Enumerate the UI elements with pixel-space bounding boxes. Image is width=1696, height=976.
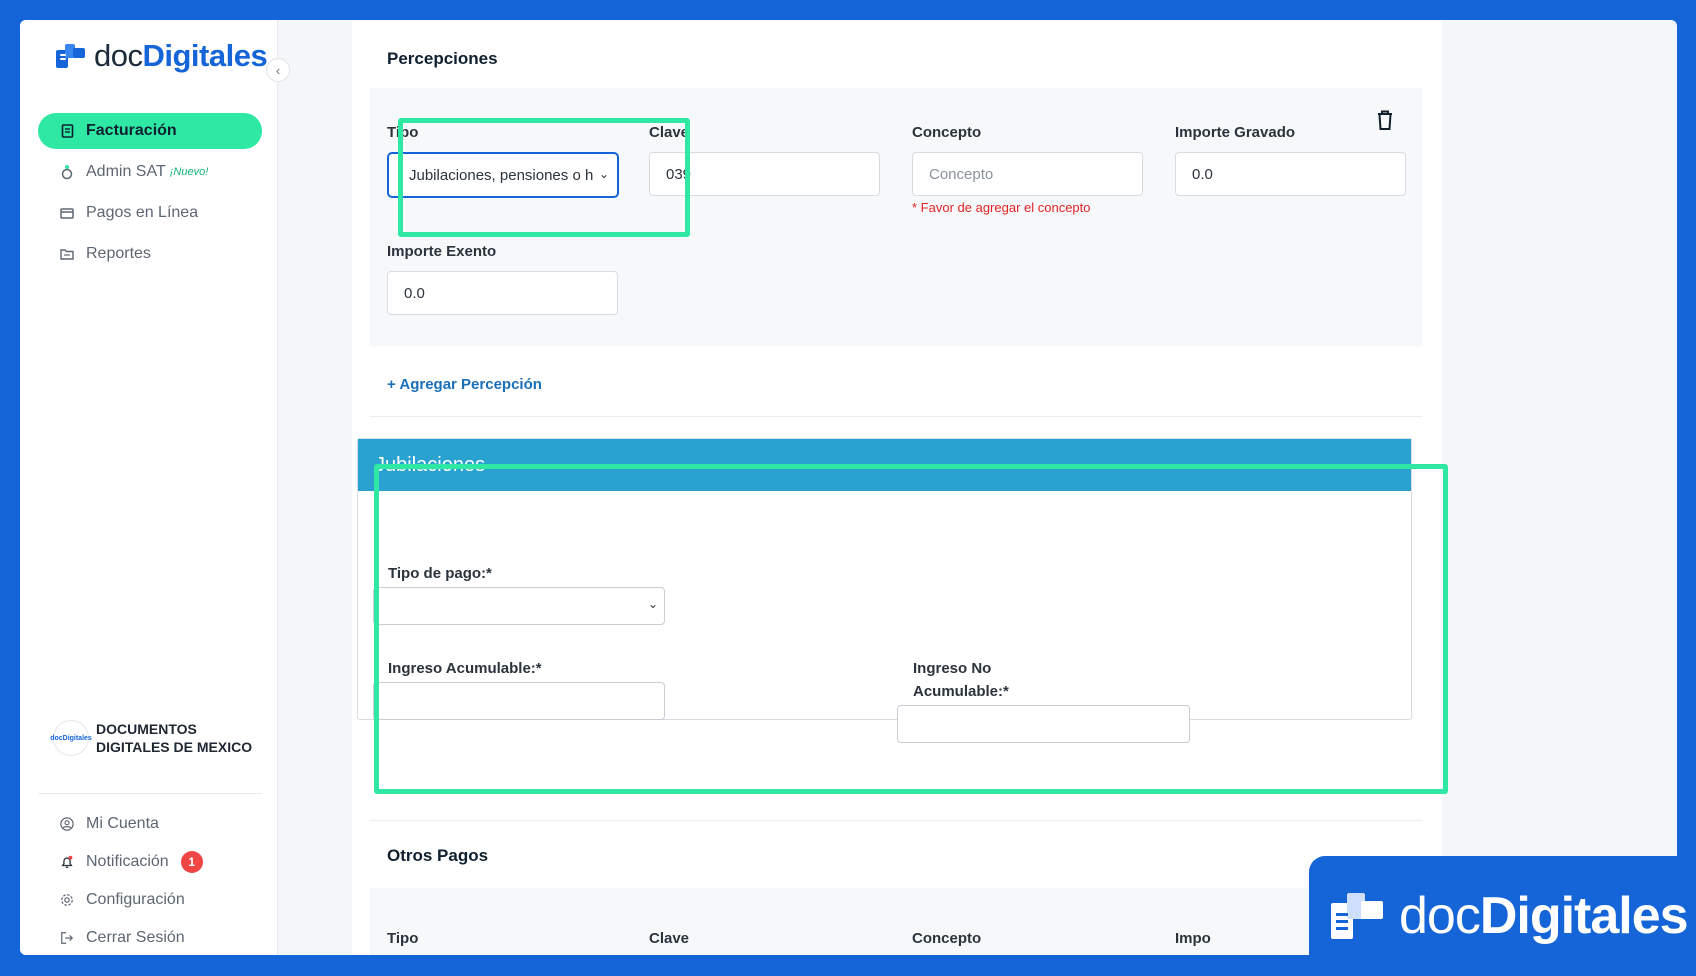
nav-item-notificacion[interactable]: Notificación 1 xyxy=(40,843,268,881)
nav-label: Facturación xyxy=(86,122,177,139)
otros-clave-label: Clave xyxy=(649,930,690,947)
importe-gravado-input[interactable]: 0.0 xyxy=(1175,152,1406,196)
otros-concepto-label: Concepto xyxy=(912,930,982,947)
folder-icon xyxy=(60,247,74,261)
nav-item-cerrar-sesion[interactable]: Cerrar Sesión xyxy=(40,919,268,955)
nav-label: Mi Cuenta xyxy=(86,815,159,832)
logo-mark-icon xyxy=(56,42,86,70)
invoice-icon xyxy=(60,124,74,138)
importe-exento-label: Importe Exento xyxy=(387,243,497,260)
brand-watermark: docDigitales xyxy=(1309,856,1696,976)
nav-item-pagos-en-linea[interactable]: Pagos en Línea xyxy=(38,195,262,231)
brand-logo-icon xyxy=(1331,889,1385,943)
divider xyxy=(38,793,262,794)
nav-item-facturacion[interactable]: Facturación xyxy=(38,113,262,149)
app-logo[interactable]: docDigitales xyxy=(56,38,268,74)
sidebar: docDigitales ‹ Facturación Admin SAT ¡Nu… xyxy=(20,20,290,955)
importe-exento-input[interactable]: 0.0 xyxy=(387,271,618,315)
otros-importe-label: Impo xyxy=(1175,930,1211,947)
nav-label: Configuración xyxy=(86,891,185,908)
highlight-tipo xyxy=(398,118,690,237)
nav-item-mi-cuenta[interactable]: Mi Cuenta xyxy=(40,805,268,843)
chevron-left-icon: ‹ xyxy=(275,62,281,78)
concepto-label: Concepto xyxy=(912,124,982,141)
otros-pagos-title: Otros Pagos xyxy=(387,846,489,865)
company-name: DOCUMENTOS DIGITALES DE MEXICO xyxy=(96,721,253,755)
nav-item-configuracion[interactable]: Configuración xyxy=(40,881,268,919)
percepciones-title: Percepciones xyxy=(387,49,498,68)
otros-tipo-label: Tipo xyxy=(387,930,419,947)
nav-item-admin-sat[interactable]: Admin SAT ¡Nuevo! xyxy=(38,154,262,190)
trash-icon[interactable] xyxy=(1376,109,1394,131)
highlight-jubilaciones xyxy=(374,464,1448,794)
account-nav: Mi Cuenta Notificación 1 Configuración C… xyxy=(58,805,268,955)
divider xyxy=(370,416,1422,417)
nav-label: Cerrar Sesión xyxy=(86,929,185,946)
add-percepcion-link[interactable]: + Agregar Percepción xyxy=(387,376,542,393)
admin-icon xyxy=(60,165,74,180)
main-nav: Facturación Admin SAT ¡Nuevo! Pagos en L… xyxy=(38,113,262,277)
avatar: docDigitales xyxy=(50,721,92,755)
concepto-input[interactable]: Concepto xyxy=(912,152,1143,196)
card-icon xyxy=(60,206,74,220)
divider xyxy=(370,820,1422,821)
importe-gravado-label: Importe Gravado xyxy=(1175,124,1296,141)
nav-label: Pagos en Línea xyxy=(86,204,199,221)
nav-label: Admin SAT xyxy=(86,163,166,180)
brand-text: docDigitales xyxy=(1399,887,1689,945)
company-card[interactable]: docDigitales DOCUMENTOS DIGITALES DE MEX… xyxy=(50,720,264,756)
nav-item-reportes[interactable]: Reportes xyxy=(38,236,262,272)
gear-icon xyxy=(60,893,74,907)
sidebar-collapse-button[interactable]: ‹ xyxy=(266,58,290,82)
logout-icon xyxy=(60,931,74,945)
new-tag: ¡Nuevo! xyxy=(169,166,209,178)
otros-pagos-card xyxy=(370,888,1422,955)
concepto-error: * Favor de agregar el concepto xyxy=(912,200,1091,215)
nav-label: Reportes xyxy=(86,245,151,262)
nav-label: Notificación xyxy=(86,853,169,870)
bell-icon xyxy=(60,855,74,869)
notification-badge: 1 xyxy=(180,851,203,873)
logo-text: docDigitales xyxy=(94,38,268,73)
user-circle-icon xyxy=(60,817,74,831)
